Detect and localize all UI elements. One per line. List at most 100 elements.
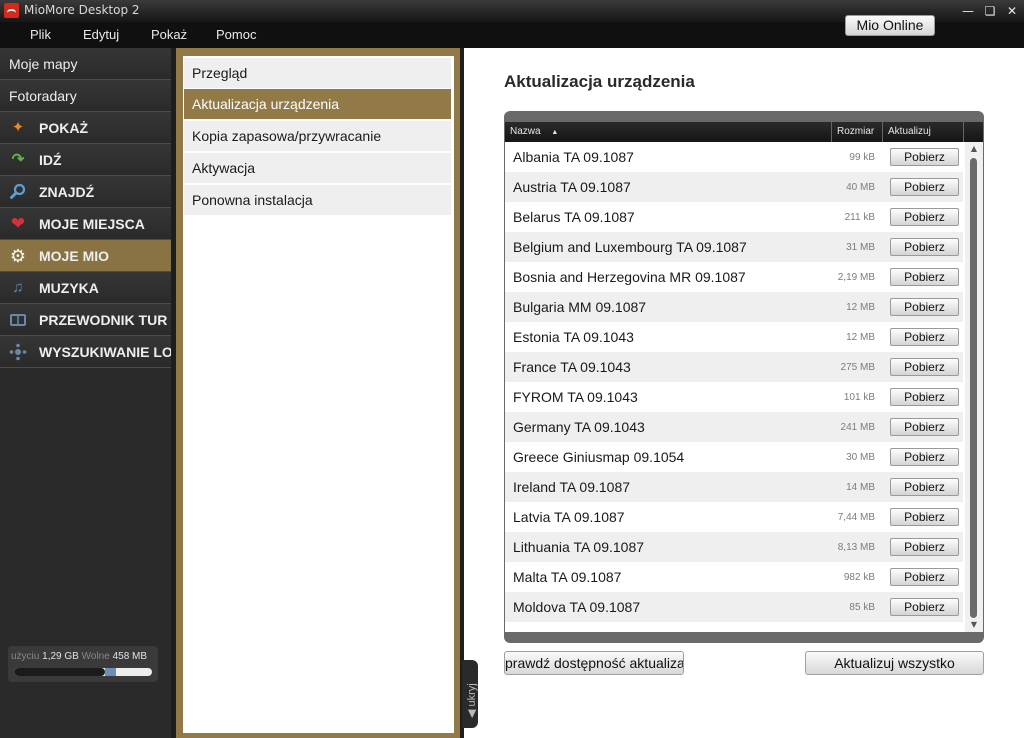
download-button[interactable]: Pobierz [890,208,959,226]
row-size: 8,13 MB [837,542,875,553]
menu-pomoc[interactable]: Pomoc [216,27,256,42]
download-button[interactable]: Pobierz [890,238,959,256]
sidebar-item-muzyka[interactable]: ♫ MUZYKA [0,272,171,304]
turn-arrow-icon: ↷ [11,151,25,168]
sidebar-item-idz[interactable]: ↷ IDŹ [0,144,171,176]
sidebar-item-moje-miejsca[interactable]: ❤ MOJE MIEJSCA [0,208,171,240]
table-row[interactable]: Moldova TA 09.1087 85 kB Pobierz [505,592,963,622]
sidebar-item-znajdz[interactable]: ZNAJDŹ [0,176,171,208]
table-row[interactable]: Malta TA 09.1087 982 kB Pobierz [505,562,963,592]
row-name: Lithuania TA 09.1087 [513,539,645,555]
table-row[interactable]: Greece Giniusmap 09.1054 30 MB Pobierz [505,442,963,472]
row-size: 12 MB [846,332,875,343]
gear-icon: ⚙ [9,246,27,266]
magnifier-icon [9,183,27,201]
submenu-kopia[interactable]: Kopia zapasowa/przywracanie [184,121,451,151]
download-button[interactable]: Pobierz [890,568,959,586]
book-icon [9,311,27,329]
scroll-up-icon[interactable]: ▲ [968,144,980,154]
row-name: Ireland TA 09.1087 [513,479,631,495]
table-row[interactable]: Germany TA 09.1043 241 MB Pobierz [505,412,963,442]
row-size: 241 MB [840,422,875,433]
table-row[interactable]: Austria TA 09.1087 40 MB Pobierz [505,172,963,202]
mio-online-button[interactable]: Mio Online [845,15,935,36]
download-button[interactable]: Pobierz [890,508,959,526]
row-name: Austria TA 09.1087 [513,179,631,195]
sidebar-item-moje-mapy[interactable]: Moje mapy [0,48,171,80]
submenu-aktywacja[interactable]: Aktywacja [184,153,451,183]
table-row[interactable]: Ireland TA 09.1087 14 MB Pobierz [505,472,963,502]
table-row[interactable]: Bosnia and Herzegovina MR 09.1087 2,19 MB… [505,262,963,292]
scrollbar-thumb[interactable] [970,158,977,618]
row-name: Greece Giniusmap 09.1054 [513,449,685,465]
row-size: 14 MB [846,482,875,493]
column-header-name[interactable]: Nazwa ▲ [505,122,832,142]
row-size: 211 kB [844,212,875,223]
sidebar-item-label: Fotoradary [9,88,77,104]
download-button[interactable]: Pobierz [890,178,959,196]
download-button[interactable]: Pobierz [890,538,959,556]
download-button[interactable]: Pobierz [890,148,959,166]
page-title: Aktualizacja urządzenia [504,72,695,91]
download-button[interactable]: Pobierz [890,598,959,616]
sidebar-item-fotoradary[interactable]: Fotoradary [0,80,171,112]
column-header-update[interactable]: Aktualizuj [883,122,964,142]
download-button[interactable]: Pobierz [890,418,959,436]
row-name: Bulgaria MM 09.1087 [513,299,647,315]
storage-bar [14,668,152,676]
table-row[interactable]: France TA 09.1043 275 MB Pobierz [505,352,963,382]
sidebar-item-label: MOJE MIO [39,248,110,264]
sidebar-item-pokaz[interactable]: ✦ POKAŻ [0,112,171,144]
download-button[interactable]: Pobierz [890,268,959,286]
table-row[interactable]: FYROM TA 09.1043 101 kB Pobierz [505,382,963,412]
row-name: Latvia TA 09.1087 [513,509,625,525]
submenu-label: Kopia zapasowa/przywracanie [192,128,382,144]
close-icon[interactable]: ✕ [1004,3,1020,19]
vertical-scrollbar[interactable]: ▲ ▼ [965,142,983,632]
download-button[interactable]: Pobierz [890,358,959,376]
list-header: Nazwa ▲ Rozmiar Aktualizuj [505,122,983,142]
app-logo-icon [4,3,19,18]
download-button[interactable]: Pobierz [890,298,959,316]
table-row[interactable]: Belarus TA 09.1087 211 kB Pobierz [505,202,963,232]
sidebar-item-przewodnik[interactable]: PRZEWODNIK TUR [0,304,171,336]
submenu-przeglad[interactable]: Przegląd [184,58,451,88]
row-name: Bosnia and Herzegovina MR 09.1087 [513,269,746,285]
table-row[interactable]: Belgium and Luxembourg TA 09.1087 31 MB Po… [505,232,963,262]
storage-used-value: 1,29 GB [42,651,79,662]
table-row[interactable]: Estonia TA 09.1043 12 MB Pobierz [505,322,963,352]
minimize-icon[interactable]: — [960,3,976,19]
scroll-down-icon[interactable]: ▼ [968,620,980,630]
row-size: 85 kB [849,602,875,613]
download-button[interactable]: Pobierz [890,328,959,346]
menu-edytuj[interactable]: Edytuj [83,27,119,42]
maximize-icon[interactable]: ❏ [982,3,998,19]
sidebar-item-label: POKAŻ [39,120,88,136]
table-row[interactable]: Bulgaria MM 09.1087 12 MB Pobierz [505,292,963,322]
column-header-size[interactable]: Rozmiar [832,122,883,142]
sidebar-item-wyszukiwanie[interactable]: WYSZUKIWANIE LO [0,336,171,368]
table-row[interactable]: Lithuania TA 09.1087 8,13 MB Pobierz [505,532,963,562]
menu-pokaz[interactable]: Pokaż [151,27,187,42]
update-all-button[interactable]: Aktualizuj wszystko [805,651,984,675]
row-name: Malta TA 09.1087 [513,569,622,585]
row-name: FYROM TA 09.1043 [513,389,638,405]
table-row[interactable] [505,622,963,632]
menu-plik[interactable]: Plik [30,27,51,42]
table-row[interactable]: Latvia TA 09.1087 7,44 MB Pobierz [505,502,963,532]
table-row[interactable]: Albania TA 09.1087 99 kB Pobierz [505,142,963,172]
sidebar-item-label: PRZEWODNIK TUR [39,312,168,328]
sidebar-item-moje-mio[interactable]: ⚙ MOJE MIO [0,240,171,272]
row-size: 40 MB [846,182,875,193]
download-button[interactable]: Pobierz [890,448,959,466]
storage-bar-used [14,668,106,676]
download-button[interactable]: Pobierz [890,388,959,406]
check-updates-button[interactable]: prawdź dostępność aktualizac [504,651,684,675]
storage-indicator: użyciu 1,29 GB Wolne 458 MB [8,646,158,682]
sidebar-item-label: IDŹ [39,152,62,168]
row-size: 101 kB [843,392,875,403]
row-name: France TA 09.1043 [513,359,631,375]
download-button[interactable]: Pobierz [890,478,959,496]
submenu-ponowna-instalacja[interactable]: Ponowna instalacja [184,185,451,215]
submenu-aktualizacja[interactable]: Aktualizacja urządzenia [184,89,451,119]
